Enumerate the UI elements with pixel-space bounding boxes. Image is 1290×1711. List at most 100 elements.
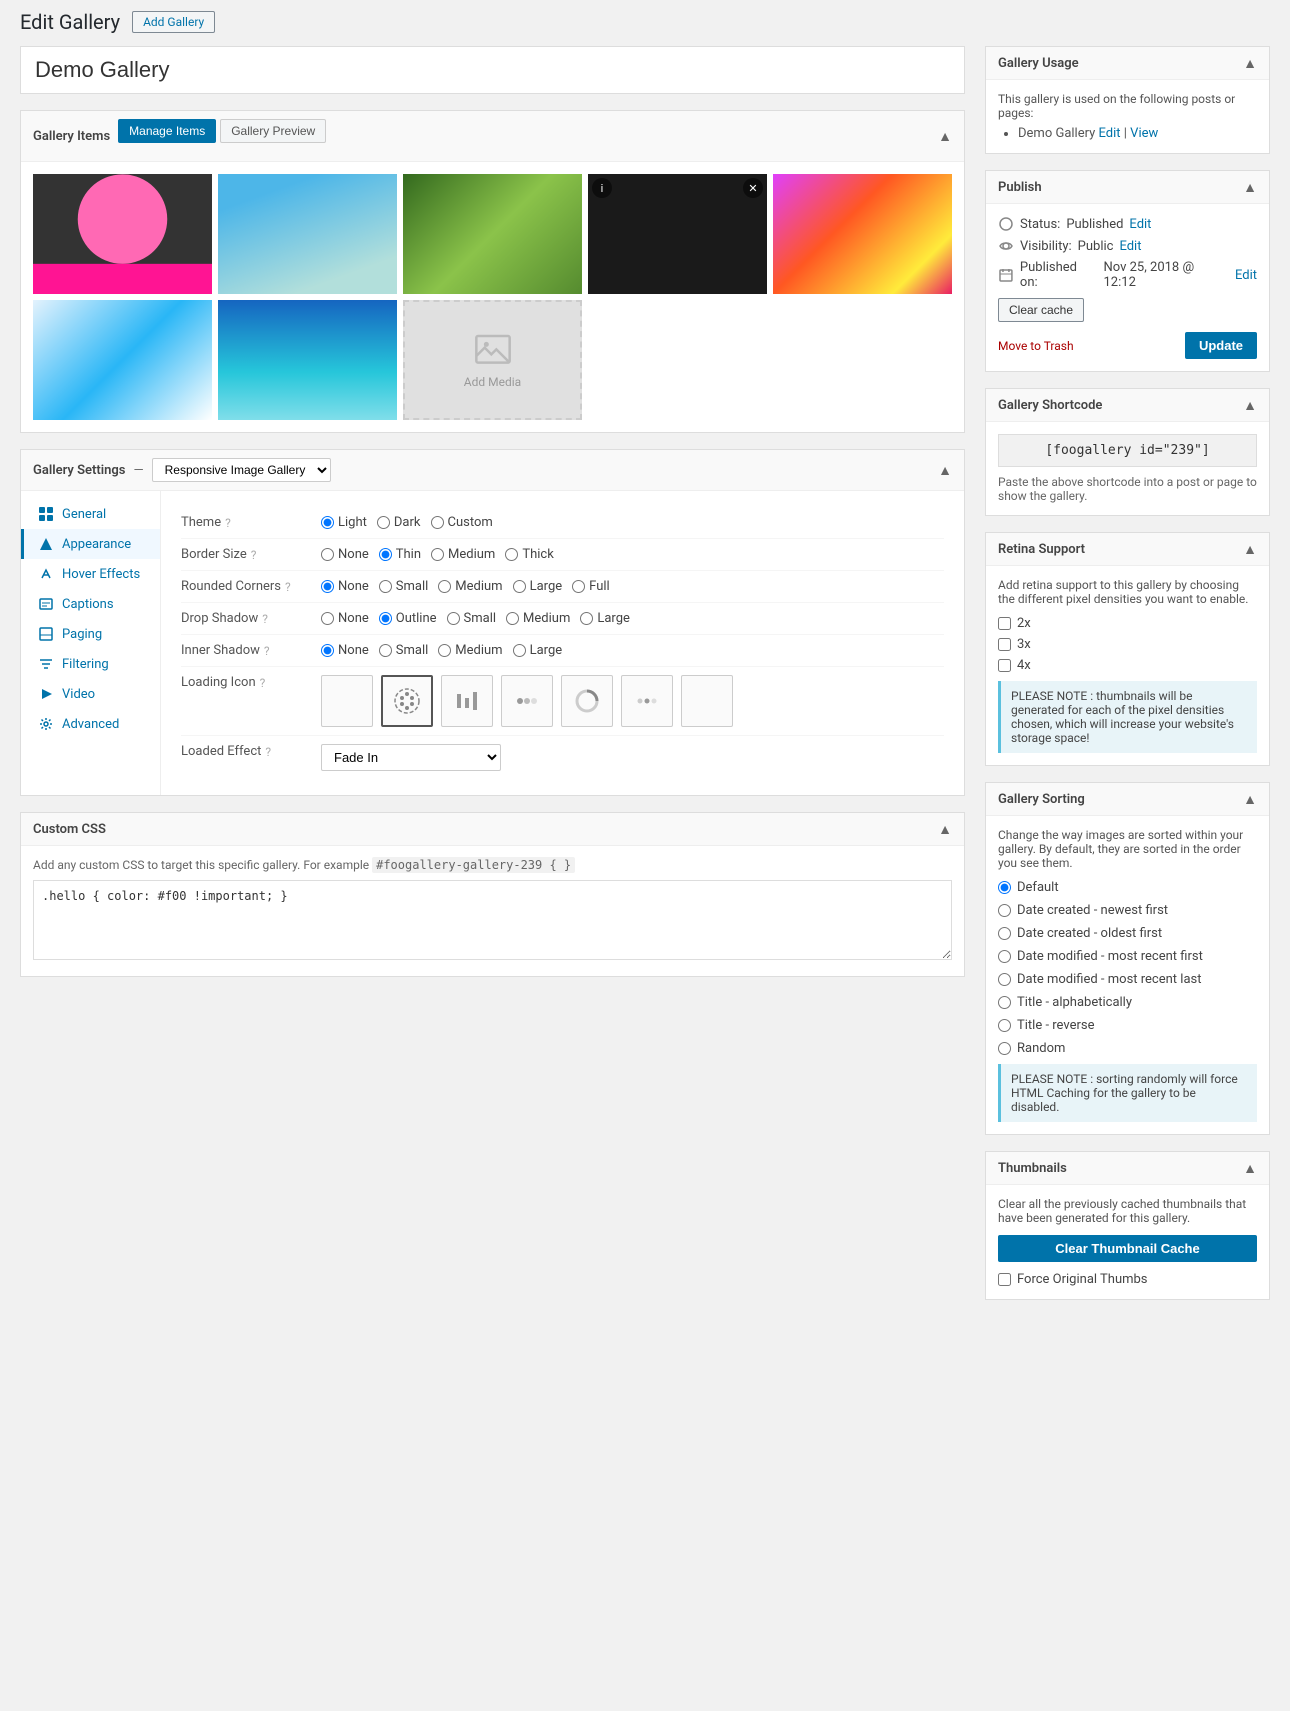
nav-captions[interactable]: Captions: [21, 589, 160, 619]
inner-medium[interactable]: Medium: [438, 643, 502, 658]
gallery-image-5[interactable]: [773, 174, 952, 294]
sort-modified-recent-radio[interactable]: [998, 950, 1011, 963]
gallery-settings-toggle[interactable]: ▲: [938, 462, 952, 478]
corners-none[interactable]: None: [321, 579, 369, 594]
sort-modified-last-radio[interactable]: [998, 973, 1011, 986]
loaded-effect-select[interactable]: Fade In Slide In None: [321, 744, 501, 771]
gallery-image-7[interactable]: [218, 300, 397, 420]
loading-icon-help-icon[interactable]: ?: [260, 676, 266, 690]
inner-large[interactable]: Large: [513, 643, 563, 658]
manage-items-button[interactable]: Manage Items: [118, 119, 216, 143]
border-size-help-icon[interactable]: ?: [251, 548, 257, 562]
update-button[interactable]: Update: [1185, 332, 1257, 359]
gallery-sorting-toggle[interactable]: ▲: [1243, 791, 1257, 807]
gallery-settings-title: Gallery Settings: [33, 463, 125, 478]
gallery-image-close-icon[interactable]: ✕: [743, 178, 763, 198]
publish-status-edit[interactable]: Edit: [1129, 217, 1151, 232]
force-original-checkbox[interactable]: [998, 1273, 1011, 1286]
nav-advanced[interactable]: Advanced: [21, 709, 160, 739]
loading-icon-1[interactable]: [381, 675, 433, 727]
loading-icon-6[interactable]: [681, 675, 733, 727]
theme-option-custom[interactable]: Custom: [431, 515, 493, 530]
gallery-preview-button[interactable]: Gallery Preview: [220, 119, 326, 143]
inner-none[interactable]: None: [321, 643, 369, 658]
clear-thumbnail-cache-button[interactable]: Clear Thumbnail Cache: [998, 1235, 1257, 1262]
shadow-none[interactable]: None: [321, 611, 369, 626]
nav-video[interactable]: Video: [21, 679, 160, 709]
nav-filtering[interactable]: Filtering: [21, 649, 160, 679]
shortcode-box[interactable]: [foogallery id="239"]: [998, 434, 1257, 467]
sort-date-newest-radio[interactable]: [998, 904, 1011, 917]
retina-3x-checkbox[interactable]: [998, 638, 1011, 651]
loading-icon-0[interactable]: [321, 675, 373, 727]
gallery-image-4[interactable]: i ✕: [588, 174, 767, 294]
publish-status-value: Published: [1066, 217, 1123, 232]
corners-full[interactable]: Full: [572, 579, 610, 594]
gallery-shortcode-toggle[interactable]: ▲: [1243, 397, 1257, 413]
custom-css-textarea[interactable]: [33, 880, 952, 960]
gallery-type-select[interactable]: Responsive Image Gallery: [152, 458, 331, 482]
shadow-small[interactable]: Small: [447, 611, 497, 626]
thumbnails-toggle[interactable]: ▲: [1243, 1160, 1257, 1176]
published-edit[interactable]: Edit: [1235, 268, 1257, 283]
inner-shadow-help-icon[interactable]: ?: [264, 644, 270, 658]
theme-option-dark[interactable]: Dark: [377, 515, 421, 530]
inner-shadow-row: Inner Shadow ? None Small: [181, 635, 944, 667]
retina-2x-checkbox[interactable]: [998, 617, 1011, 630]
loaded-effect-help-icon[interactable]: ?: [265, 745, 271, 759]
add-gallery-button[interactable]: Add Gallery: [132, 11, 215, 33]
publish-toggle[interactable]: ▲: [1243, 179, 1257, 195]
loading-icon-5[interactable]: [621, 675, 673, 727]
gallery-usage-edit-link[interactable]: Edit: [1099, 126, 1121, 141]
sort-date-oldest-radio[interactable]: [998, 927, 1011, 940]
nav-general[interactable]: General: [21, 499, 160, 529]
drop-shadow-help-icon[interactable]: ?: [262, 612, 268, 626]
border-none[interactable]: None: [321, 547, 369, 562]
clear-cache-button[interactable]: Clear cache: [998, 298, 1084, 322]
custom-css-toggle[interactable]: ▲: [938, 821, 952, 837]
theme-option-light[interactable]: Light: [321, 515, 367, 530]
gallery-image-1[interactable]: [33, 174, 212, 294]
sort-random-radio[interactable]: [998, 1042, 1011, 1055]
gallery-shortcode-panel: Gallery Shortcode ▲ [foogallery id="239"…: [985, 388, 1270, 516]
gallery-settings-header: Gallery Settings — Responsive Image Gall…: [21, 450, 964, 491]
border-thin[interactable]: Thin: [379, 547, 421, 562]
shadow-large[interactable]: Large: [580, 611, 630, 626]
corners-large[interactable]: Large: [513, 579, 563, 594]
gallery-usage-view-link[interactable]: View: [1130, 126, 1158, 141]
visibility-edit[interactable]: Edit: [1119, 239, 1141, 254]
sort-default-radio[interactable]: [998, 881, 1011, 894]
add-media-placeholder[interactable]: Add Media: [403, 300, 582, 420]
publish-header: Publish ▲: [986, 171, 1269, 204]
gallery-image-6[interactable]: [33, 300, 212, 420]
nav-paging[interactable]: Paging: [21, 619, 160, 649]
gallery-image-3[interactable]: [403, 174, 582, 294]
gallery-title-input[interactable]: [35, 57, 950, 83]
inner-small[interactable]: Small: [379, 643, 429, 658]
loading-icon-4[interactable]: [561, 675, 613, 727]
move-to-trash-link[interactable]: Move to Trash: [998, 339, 1074, 353]
sort-title-reverse-radio[interactable]: [998, 1019, 1011, 1032]
rounded-corners-help-icon[interactable]: ?: [285, 580, 291, 594]
corners-small[interactable]: Small: [379, 579, 429, 594]
nav-appearance[interactable]: Appearance: [21, 529, 160, 559]
nav-video-label: Video: [62, 687, 95, 702]
retina-4x-checkbox[interactable]: [998, 659, 1011, 672]
border-medium[interactable]: Medium: [431, 547, 495, 562]
corners-medium[interactable]: Medium: [438, 579, 502, 594]
retina-support-toggle[interactable]: ▲: [1243, 541, 1257, 557]
shadow-medium[interactable]: Medium: [506, 611, 570, 626]
border-thick[interactable]: Thick: [505, 547, 553, 562]
loading-icon-3[interactable]: [501, 675, 553, 727]
gallery-usage-toggle[interactable]: ▲: [1243, 55, 1257, 71]
gallery-items-toggle[interactable]: ▲: [938, 128, 952, 144]
sort-title-alpha-radio[interactable]: [998, 996, 1011, 1009]
thumbnails-panel: Thumbnails ▲ Clear all the previously ca…: [985, 1151, 1270, 1300]
nav-hover-effects[interactable]: Hover Effects: [21, 559, 160, 589]
theme-help-icon[interactable]: ?: [225, 516, 231, 530]
gallery-image-2[interactable]: [218, 174, 397, 294]
loading-icon-2[interactable]: [441, 675, 493, 727]
publish-date-row: Published on: Nov 25, 2018 @ 12:12 Edit: [998, 260, 1257, 290]
gallery-image-info-icon[interactable]: i: [592, 178, 612, 198]
shadow-outline[interactable]: Outline: [379, 611, 437, 626]
